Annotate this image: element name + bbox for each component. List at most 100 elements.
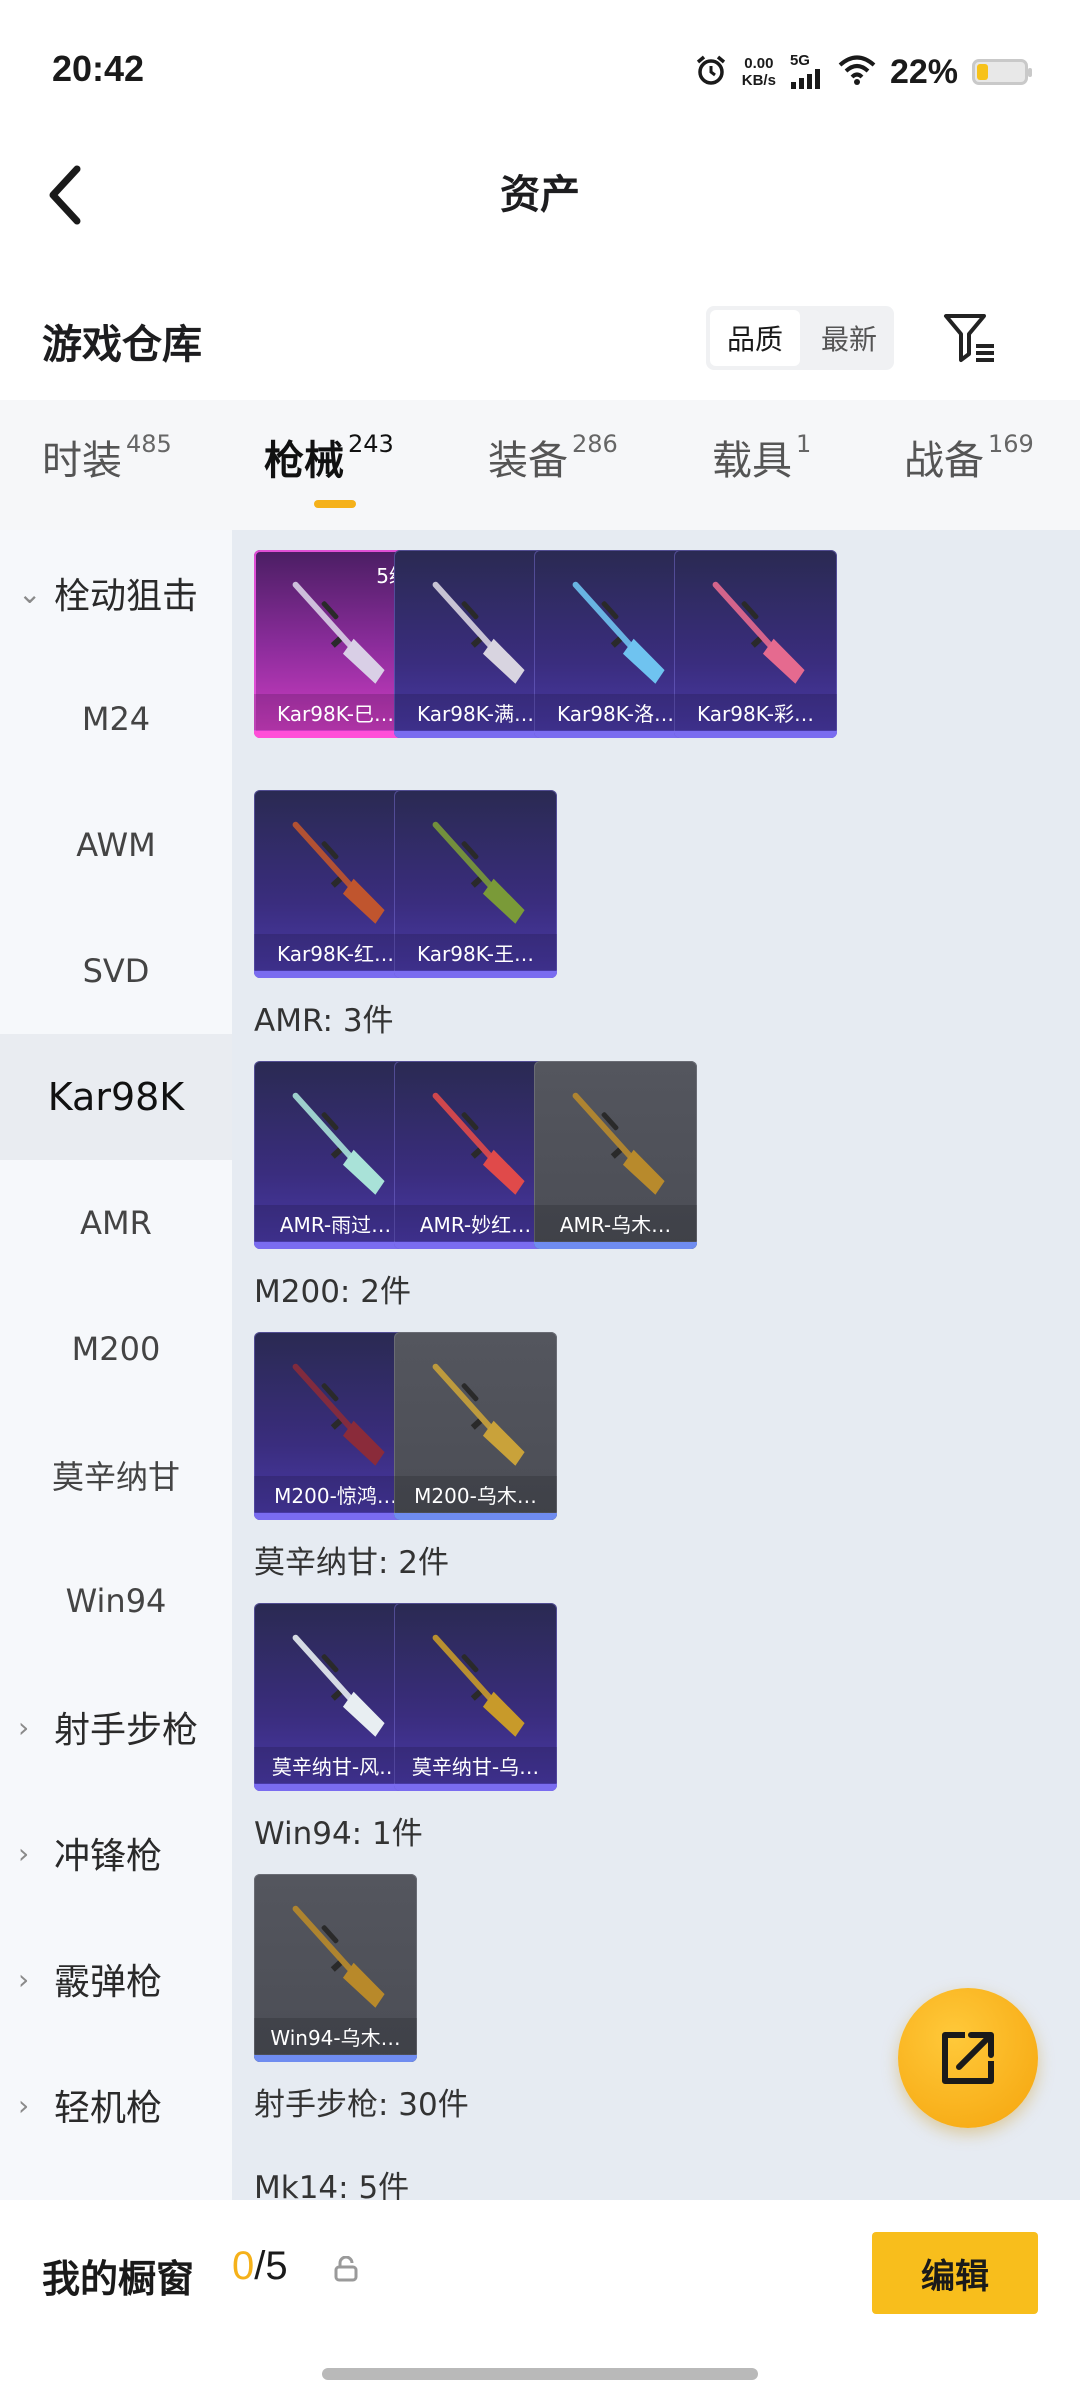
sidebar-group-bolt-action-sniper[interactable]: ⌄ 栓动狙击 bbox=[0, 530, 232, 656]
sidebar-item-label: M24 bbox=[81, 700, 151, 738]
item-name: 莫辛纳甘-乌… bbox=[394, 1747, 557, 1783]
rifle-icon bbox=[292, 1905, 385, 2008]
rarity-bar bbox=[254, 731, 417, 738]
sidebar-item-label: 轻机枪 bbox=[54, 2088, 163, 2129]
rifle-icon bbox=[292, 1363, 385, 1466]
status-icons: 0.00 KB/s 5G 22% bbox=[694, 50, 1032, 94]
item-grid: AMR: 3件 M200: 2件 莫辛纳甘: 2件 Win94: 1件 射手步枪… bbox=[232, 530, 1080, 2200]
tab-count: 286 bbox=[572, 430, 618, 458]
item-name: Kar98K-巳… bbox=[254, 694, 417, 730]
sort-quality-option[interactable]: 品质 bbox=[710, 310, 800, 366]
net-speed-unit: KB/s bbox=[741, 72, 776, 89]
lock-icon bbox=[334, 2256, 358, 2282]
battery-percent: 22% bbox=[889, 52, 958, 91]
rarity-bar bbox=[534, 731, 697, 738]
item-card[interactable]: AMR-雨过… bbox=[254, 1061, 417, 1249]
tab-count: 485 bbox=[126, 430, 172, 458]
warehouse-header: 游戏仓库 品质 最新 bbox=[0, 280, 1080, 400]
rarity-bar bbox=[394, 1513, 557, 1520]
sidebar-item-m200[interactable]: M200 bbox=[0, 1286, 232, 1412]
sidebar-item-amr[interactable]: AMR bbox=[0, 1160, 232, 1286]
tab-count: 169 bbox=[988, 430, 1034, 458]
sidebar-item-label: M200 bbox=[71, 1330, 161, 1368]
filter-button[interactable] bbox=[940, 310, 1000, 366]
rarity-bar bbox=[254, 1513, 417, 1520]
share-button[interactable] bbox=[898, 1988, 1038, 2128]
chevron-right-icon: › bbox=[18, 1962, 30, 1996]
sidebar-item-mosin-nagant[interactable]: 莫辛纳甘 bbox=[0, 1412, 232, 1538]
item-card[interactable]: Win94-乌木… bbox=[254, 1874, 417, 2062]
rarity-bar bbox=[394, 1784, 557, 1791]
edit-button[interactable]: 编辑 bbox=[872, 2232, 1038, 2314]
item-card[interactable]: Kar98K-王… bbox=[394, 790, 557, 978]
sidebar-item-label: Win94 bbox=[65, 1582, 167, 1620]
net-speed: 0.00 KB/s bbox=[742, 55, 776, 89]
section-header: Win94: 1件 bbox=[254, 1816, 423, 1852]
sidebar-item-label: SVD bbox=[82, 952, 150, 990]
rifle-icon bbox=[292, 821, 385, 924]
status-bar: 20:42 0.00 KB/s 5G 22% bbox=[0, 0, 1080, 140]
sidebar-item-m24[interactable]: M24 bbox=[0, 656, 232, 782]
rarity-bar bbox=[394, 971, 557, 978]
item-name: M200-惊鸿… bbox=[254, 1476, 417, 1512]
network-type: 5G bbox=[789, 51, 810, 69]
tab-supplies[interactable]: 战备 169 bbox=[904, 428, 1034, 486]
item-name: Win94-乌木… bbox=[254, 2018, 417, 2054]
sidebar-item-label: AWM bbox=[76, 826, 156, 864]
item-name: AMR-雨过… bbox=[254, 1205, 417, 1241]
active-tab-indicator bbox=[314, 500, 356, 508]
sidebar-group-lmg[interactable]: › 轻机枪 bbox=[0, 2042, 232, 2168]
item-card[interactable]: 莫辛纳甘-乌… bbox=[394, 1603, 557, 1791]
item-card[interactable]: AMR-乌木… bbox=[534, 1061, 697, 1249]
wifi-icon bbox=[838, 54, 876, 90]
item-card[interactable]: Kar98K-满… bbox=[394, 550, 557, 738]
item-card[interactable]: Kar98K-红… bbox=[254, 790, 417, 978]
category-tabs: 时装 485 枪械 243 装备 286 载具 1 战备 169 bbox=[0, 400, 1080, 530]
rarity-bar bbox=[254, 1242, 417, 1249]
tab-label: 枪械 bbox=[264, 438, 344, 484]
section-header: Mk14: 5件 bbox=[254, 2170, 410, 2200]
sidebar-item-kar98k[interactable]: Kar98K bbox=[0, 1034, 232, 1160]
sidebar-group-marksman-rifle[interactable]: › 射手步枪 bbox=[0, 1664, 232, 1790]
rarity-bar bbox=[674, 731, 837, 738]
sort-toggle: 品质 最新 bbox=[706, 306, 894, 370]
item-card[interactable]: Kar98K-洛… bbox=[534, 550, 697, 738]
tab-label: 战备 bbox=[904, 438, 984, 484]
alarm-icon bbox=[694, 53, 728, 91]
home-indicator[interactable] bbox=[322, 2368, 758, 2380]
sidebar-item-svd[interactable]: SVD bbox=[0, 908, 232, 1034]
rarity-bar bbox=[394, 731, 557, 738]
item-name: Kar98K-红… bbox=[254, 934, 417, 970]
sidebar-item-label: 栓动狙击 bbox=[54, 576, 199, 617]
page-title: 资产 bbox=[500, 172, 580, 218]
net-speed-value: 0.00 bbox=[744, 55, 774, 72]
cell-signal: 5G bbox=[790, 52, 824, 93]
tab-label: 时装 bbox=[42, 438, 122, 484]
chevron-down-icon: ⌄ bbox=[18, 576, 42, 610]
rarity-bar bbox=[254, 2055, 417, 2062]
tab-label: 载具 bbox=[712, 438, 792, 484]
item-card[interactable]: 莫辛纳甘-风… bbox=[254, 1603, 417, 1791]
item-card[interactable]: Kar98K-彩… bbox=[674, 550, 837, 738]
item-card[interactable]: M200-乌木… bbox=[394, 1332, 557, 1520]
item-card[interactable]: M200-惊鸿… bbox=[254, 1332, 417, 1520]
sidebar-item-awm[interactable]: AWM bbox=[0, 782, 232, 908]
tab-equipment[interactable]: 装备 286 bbox=[488, 428, 618, 486]
sidebar-item-win94[interactable]: Win94 bbox=[0, 1538, 232, 1664]
sidebar-item-label: 射手步枪 bbox=[54, 1710, 199, 1751]
item-name: AMR-乌木… bbox=[534, 1205, 697, 1241]
sidebar-group-shotgun[interactable]: › 霰弹枪 bbox=[0, 1916, 232, 2042]
tab-vehicles[interactable]: 载具 1 bbox=[712, 428, 811, 486]
sort-newest-option[interactable]: 最新 bbox=[804, 306, 894, 370]
rifle-icon bbox=[432, 581, 525, 684]
rifle-icon bbox=[432, 1363, 525, 1466]
sidebar-group-smg[interactable]: › 冲锋枪 bbox=[0, 1790, 232, 1916]
tab-firearms[interactable]: 枪械 243 bbox=[264, 428, 394, 486]
tab-fashion[interactable]: 时装 485 bbox=[42, 428, 172, 486]
weapon-type-sidebar: ⌄ 栓动狙击 M24 AWM SVD Kar98K AMR M200 莫辛纳甘 W… bbox=[0, 530, 232, 2200]
rifle-icon bbox=[572, 1092, 665, 1195]
item-card[interactable]: 5级 Kar98K-巳… bbox=[254, 550, 417, 738]
rifle-icon bbox=[712, 581, 805, 684]
item-card[interactable]: AMR-妙红… bbox=[394, 1061, 557, 1249]
section-header: 莫辛纳甘: 2件 bbox=[254, 1545, 450, 1581]
